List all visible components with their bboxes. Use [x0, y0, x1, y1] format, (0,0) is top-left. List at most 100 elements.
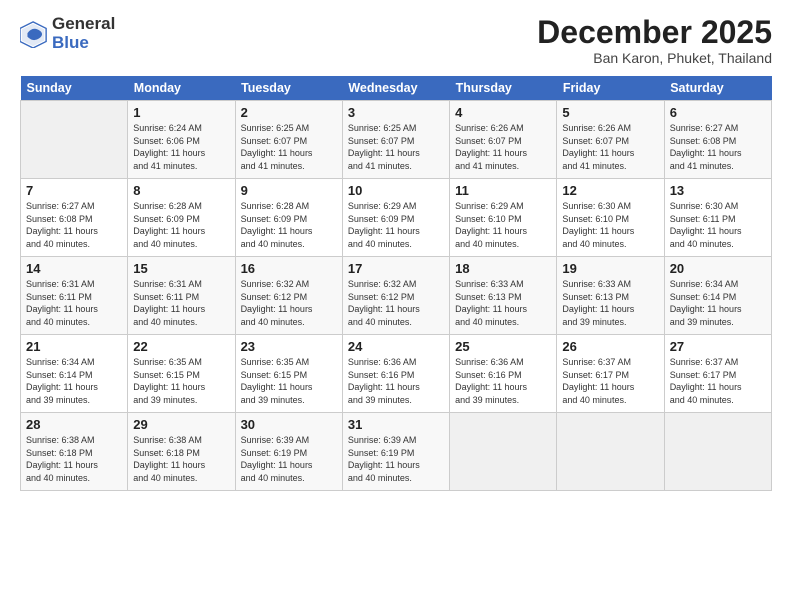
logo: General Blue — [20, 15, 115, 52]
day-info: Sunrise: 6:34 AMSunset: 6:14 PMDaylight:… — [670, 278, 766, 328]
header: General Blue December 2025 Ban Karon, Ph… — [20, 15, 772, 66]
day-number: 17 — [348, 261, 444, 276]
day-info: Sunrise: 6:28 AMSunset: 6:09 PMDaylight:… — [241, 200, 337, 250]
day-info: Sunrise: 6:33 AMSunset: 6:13 PMDaylight:… — [455, 278, 551, 328]
day-cell: 26 Sunrise: 6:37 AMSunset: 6:17 PMDayligh… — [557, 335, 664, 413]
day-info: Sunrise: 6:34 AMSunset: 6:14 PMDaylight:… — [26, 356, 122, 406]
day-cell: 16 Sunrise: 6:32 AMSunset: 6:12 PMDayligh… — [235, 257, 342, 335]
day-cell: 8 Sunrise: 6:28 AMSunset: 6:09 PMDaylight… — [128, 179, 235, 257]
weekday-header-wednesday: Wednesday — [342, 76, 449, 101]
title-area: December 2025 Ban Karon, Phuket, Thailan… — [537, 15, 772, 66]
week-row-3: 14 Sunrise: 6:31 AMSunset: 6:11 PMDayligh… — [21, 257, 772, 335]
day-number: 31 — [348, 417, 444, 432]
weekday-header-friday: Friday — [557, 76, 664, 101]
day-number: 29 — [133, 417, 229, 432]
day-cell: 9 Sunrise: 6:28 AMSunset: 6:09 PMDaylight… — [235, 179, 342, 257]
weekday-header-sunday: Sunday — [21, 76, 128, 101]
day-number: 7 — [26, 183, 122, 198]
day-info: Sunrise: 6:35 AMSunset: 6:15 PMDaylight:… — [133, 356, 229, 406]
weekday-header-thursday: Thursday — [450, 76, 557, 101]
day-number: 27 — [670, 339, 766, 354]
day-info: Sunrise: 6:31 AMSunset: 6:11 PMDaylight:… — [133, 278, 229, 328]
day-cell: 12 Sunrise: 6:30 AMSunset: 6:10 PMDayligh… — [557, 179, 664, 257]
day-info: Sunrise: 6:25 AMSunset: 6:07 PMDaylight:… — [348, 122, 444, 172]
day-info: Sunrise: 6:37 AMSunset: 6:17 PMDaylight:… — [562, 356, 658, 406]
day-cell: 20 Sunrise: 6:34 AMSunset: 6:14 PMDayligh… — [664, 257, 771, 335]
day-cell: 2 Sunrise: 6:25 AMSunset: 6:07 PMDaylight… — [235, 101, 342, 179]
day-number: 12 — [562, 183, 658, 198]
day-cell: 22 Sunrise: 6:35 AMSunset: 6:15 PMDayligh… — [128, 335, 235, 413]
week-row-1: 1Sunrise: 6:24 AMSunset: 6:06 PMDaylight… — [21, 101, 772, 179]
day-number: 14 — [26, 261, 122, 276]
day-cell: 14 Sunrise: 6:31 AMSunset: 6:11 PMDayligh… — [21, 257, 128, 335]
calendar-table: SundayMondayTuesdayWednesdayThursdayFrid… — [20, 76, 772, 491]
day-number: 15 — [133, 261, 229, 276]
day-number: 8 — [133, 183, 229, 198]
day-cell: 1Sunrise: 6:24 AMSunset: 6:06 PMDaylight… — [128, 101, 235, 179]
day-cell: 10 Sunrise: 6:29 AMSunset: 6:09 PMDayligh… — [342, 179, 449, 257]
day-number: 24 — [348, 339, 444, 354]
day-info: Sunrise: 6:29 AMSunset: 6:09 PMDaylight:… — [348, 200, 444, 250]
day-cell: 21 Sunrise: 6:34 AMSunset: 6:14 PMDayligh… — [21, 335, 128, 413]
day-number: 10 — [348, 183, 444, 198]
weekday-header-row: SundayMondayTuesdayWednesdayThursdayFrid… — [21, 76, 772, 101]
day-number: 20 — [670, 261, 766, 276]
day-number: 21 — [26, 339, 122, 354]
day-info: Sunrise: 6:26 AMSunset: 6:07 PMDaylight:… — [455, 122, 551, 172]
day-number: 25 — [455, 339, 551, 354]
week-row-2: 7 Sunrise: 6:27 AMSunset: 6:08 PMDaylight… — [21, 179, 772, 257]
weekday-header-tuesday: Tuesday — [235, 76, 342, 101]
day-info: Sunrise: 6:31 AMSunset: 6:11 PMDaylight:… — [26, 278, 122, 328]
day-info: Sunrise: 6:30 AMSunset: 6:11 PMDaylight:… — [670, 200, 766, 250]
logo-general: General — [52, 14, 115, 33]
logo-blue: Blue — [52, 33, 89, 52]
weekday-header-monday: Monday — [128, 76, 235, 101]
day-info: Sunrise: 6:37 AMSunset: 6:17 PMDaylight:… — [670, 356, 766, 406]
day-number: 22 — [133, 339, 229, 354]
day-cell: 25 Sunrise: 6:36 AMSunset: 6:16 PMDayligh… — [450, 335, 557, 413]
day-info: Sunrise: 6:38 AMSunset: 6:18 PMDaylight:… — [26, 434, 122, 484]
day-number: 2 — [241, 105, 337, 120]
day-cell: 5Sunrise: 6:26 AMSunset: 6:07 PMDaylight… — [557, 101, 664, 179]
day-cell: 24Sunrise: 6:36 AMSunset: 6:16 PMDayligh… — [342, 335, 449, 413]
day-info: Sunrise: 6:36 AMSunset: 6:16 PMDaylight:… — [455, 356, 551, 406]
day-info: Sunrise: 6:29 AMSunset: 6:10 PMDaylight:… — [455, 200, 551, 250]
day-number: 5 — [562, 105, 658, 120]
day-number: 18 — [455, 261, 551, 276]
day-info: Sunrise: 6:30 AMSunset: 6:10 PMDaylight:… — [562, 200, 658, 250]
day-cell: 19Sunrise: 6:33 AMSunset: 6:13 PMDayligh… — [557, 257, 664, 335]
day-info: Sunrise: 6:32 AMSunset: 6:12 PMDaylight:… — [348, 278, 444, 328]
day-number: 30 — [241, 417, 337, 432]
day-cell: 27 Sunrise: 6:37 AMSunset: 6:17 PMDayligh… — [664, 335, 771, 413]
day-number: 26 — [562, 339, 658, 354]
day-number: 13 — [670, 183, 766, 198]
calendar-page: General Blue December 2025 Ban Karon, Ph… — [0, 0, 792, 612]
day-cell — [21, 101, 128, 179]
day-info: Sunrise: 6:27 AMSunset: 6:08 PMDaylight:… — [26, 200, 122, 250]
day-cell: 18 Sunrise: 6:33 AMSunset: 6:13 PMDayligh… — [450, 257, 557, 335]
day-number: 16 — [241, 261, 337, 276]
week-row-5: 28Sunrise: 6:38 AMSunset: 6:18 PMDayligh… — [21, 413, 772, 491]
day-info: Sunrise: 6:28 AMSunset: 6:09 PMDaylight:… — [133, 200, 229, 250]
weekday-header-saturday: Saturday — [664, 76, 771, 101]
day-info: Sunrise: 6:32 AMSunset: 6:12 PMDaylight:… — [241, 278, 337, 328]
day-info: Sunrise: 6:25 AMSunset: 6:07 PMDaylight:… — [241, 122, 337, 172]
day-cell: 7 Sunrise: 6:27 AMSunset: 6:08 PMDaylight… — [21, 179, 128, 257]
day-cell: 17 Sunrise: 6:32 AMSunset: 6:12 PMDayligh… — [342, 257, 449, 335]
day-info: Sunrise: 6:38 AMSunset: 6:18 PMDaylight:… — [133, 434, 229, 484]
day-number: 9 — [241, 183, 337, 198]
day-cell: 30Sunrise: 6:39 AMSunset: 6:19 PMDayligh… — [235, 413, 342, 491]
day-number: 19 — [562, 261, 658, 276]
week-row-4: 21 Sunrise: 6:34 AMSunset: 6:14 PMDayligh… — [21, 335, 772, 413]
day-cell: 11Sunrise: 6:29 AMSunset: 6:10 PMDayligh… — [450, 179, 557, 257]
day-cell — [664, 413, 771, 491]
day-info: Sunrise: 6:39 AMSunset: 6:19 PMDaylight:… — [348, 434, 444, 484]
logo-icon — [20, 20, 48, 48]
day-cell: 29 Sunrise: 6:38 AMSunset: 6:18 PMDayligh… — [128, 413, 235, 491]
day-number: 6 — [670, 105, 766, 120]
logo-text: General Blue — [52, 15, 115, 52]
day-cell: 31 Sunrise: 6:39 AMSunset: 6:19 PMDayligh… — [342, 413, 449, 491]
day-cell: 3Sunrise: 6:25 AMSunset: 6:07 PMDaylight… — [342, 101, 449, 179]
day-cell: 4Sunrise: 6:26 AMSunset: 6:07 PMDaylight… — [450, 101, 557, 179]
day-number: 23 — [241, 339, 337, 354]
